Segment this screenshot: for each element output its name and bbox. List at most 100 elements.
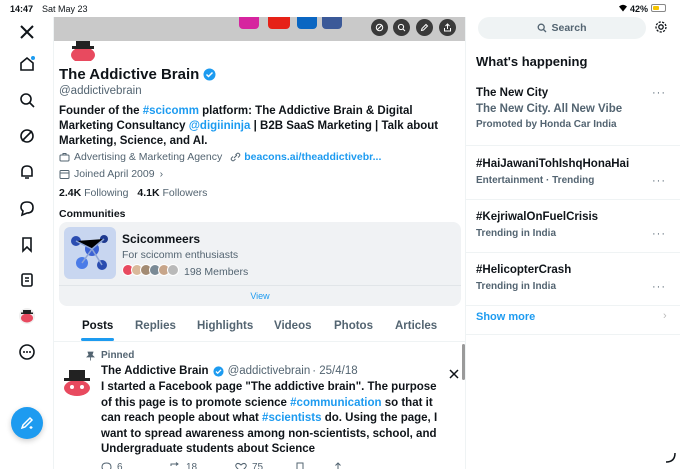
post-avatar[interactable] [58, 367, 96, 397]
whats-happening-heading: What's happening [476, 54, 588, 69]
trend-more-icon[interactable]: ··· [652, 228, 666, 240]
profile-avatar-icon[interactable] [14, 303, 40, 329]
post-text: I started a Facebook page "The addictive… [101, 380, 449, 458]
bookmark-post-button[interactable] [295, 462, 333, 469]
community-view-link[interactable]: View [59, 291, 461, 301]
search-profile-button[interactable] [393, 19, 410, 36]
bio-text: Founder of the [59, 105, 143, 117]
repost-count: 18 [186, 462, 198, 469]
following-count: 2.4K [59, 187, 82, 199]
trend-meta: Trending in India [476, 228, 556, 239]
community-image [64, 227, 116, 279]
battery-percent: 42% [630, 4, 649, 14]
trend-item[interactable]: #HelicopterCrash Trending in India [476, 264, 666, 292]
divider [466, 334, 680, 335]
settings-gear-icon[interactable] [654, 20, 668, 39]
tab-posts[interactable]: Posts [82, 320, 113, 332]
trend-title: #KejriwalOnFuelCrisis [476, 211, 599, 223]
share-profile-button[interactable] [439, 19, 456, 36]
profile-handle: @addictivebrain [59, 85, 142, 97]
resize-handle-icon[interactable] [664, 450, 676, 468]
share-post-button[interactable] [333, 462, 343, 469]
post-actions: 6 18 75 [101, 462, 401, 469]
pinned-post[interactable]: Pinned The Addictive Brain @addictivebra… [54, 342, 465, 469]
tab-photos[interactable]: Photos [334, 320, 373, 332]
home-icon[interactable] [14, 51, 40, 77]
trend-meta: Promoted by Honda Car India [476, 119, 617, 130]
grok-profile-button[interactable] [371, 19, 388, 36]
trend-more-icon[interactable]: ··· [652, 281, 666, 293]
status-date: Sat May 23 [42, 4, 88, 14]
bookmarks-icon[interactable] [14, 231, 40, 257]
scrollbar[interactable] [462, 344, 465, 380]
trend-item[interactable]: #KejriwalOnFuelCrisis Trending in India [476, 211, 666, 239]
repost-button[interactable]: 18 [169, 462, 235, 469]
x-post-icon [449, 366, 459, 384]
battery-icon [651, 4, 666, 12]
wifi-icon [618, 3, 628, 14]
search-icon[interactable] [14, 87, 40, 113]
youtube-icon [268, 17, 290, 29]
search-icon [538, 23, 547, 33]
trend-more-icon[interactable]: ··· [652, 175, 666, 187]
tab-replies[interactable]: Replies [135, 320, 176, 332]
followers-label: Followers [162, 187, 208, 199]
post-date[interactable]: · 25/4/18 [312, 365, 357, 377]
more-options-icon[interactable] [14, 339, 40, 365]
joined-date: Joined April 2009 [74, 168, 155, 180]
right-sidebar: Search What's happening The New City The… [466, 17, 680, 469]
joined-row[interactable]: Joined April 2009 › [59, 168, 163, 180]
post-header: The Addictive Brain @addictivebrain · 25… [101, 365, 358, 377]
community-divider [59, 285, 461, 286]
post-author-name[interactable]: The Addictive Brain [101, 365, 209, 377]
notifications-icon[interactable] [14, 159, 40, 185]
heart-icon [235, 462, 247, 469]
follow-stats: 2.4K Following 4.1K Followers [59, 187, 207, 199]
hashtag-link[interactable]: #communication [290, 397, 381, 409]
share-icon [333, 462, 343, 469]
community-card[interactable]: Scicommeers For scicomm enthusiasts 198 … [59, 222, 461, 306]
calendar-icon [59, 170, 70, 179]
tab-articles[interactable]: Articles [395, 320, 437, 332]
hashtag-link[interactable]: #scicomm [143, 105, 199, 117]
trend-more-icon[interactable]: ··· [652, 87, 666, 99]
post-author-handle[interactable]: @addictivebrain [228, 365, 311, 377]
reply-button[interactable]: 6 [101, 462, 169, 469]
tab-highlights[interactable]: Highlights [197, 320, 253, 332]
x-logo-icon[interactable] [14, 19, 40, 45]
profile-name: The Addictive Brain [59, 66, 200, 83]
messages-icon[interactable] [14, 195, 40, 221]
community-members: 198 Members [184, 266, 249, 278]
community-name: Scicommeers [122, 232, 201, 246]
like-count: 75 [252, 462, 264, 469]
following-link[interactable]: 2.4K Following [59, 187, 128, 199]
divider [466, 145, 680, 146]
avatar[interactable] [66, 39, 100, 61]
edit-profile-button[interactable] [416, 19, 433, 36]
like-button[interactable]: 75 [235, 462, 295, 469]
trend-item[interactable]: The New City The New City. All New Vibe … [476, 87, 666, 130]
reply-icon [101, 462, 112, 469]
followers-count: 4.1K [137, 187, 160, 199]
chevron-right-icon: › [159, 168, 164, 180]
lists-icon[interactable] [14, 267, 40, 293]
profile-meta-row: Advertising & Marketing Agency beacons.a… [59, 151, 381, 163]
pinned-label-row: Pinned [86, 350, 134, 361]
hashtag-link[interactable]: #scientists [262, 412, 321, 424]
compose-post-button[interactable] [11, 407, 43, 439]
followers-link[interactable]: 4.1K Followers [137, 187, 207, 199]
facebook-icon [322, 17, 342, 29]
divider [466, 199, 680, 200]
tab-videos[interactable]: Videos [274, 320, 312, 332]
compose-icon [20, 416, 34, 430]
profile-website-link[interactable]: beacons.ai/theaddictivebr... [244, 151, 381, 163]
show-more-link[interactable]: Show more [476, 311, 535, 323]
search-placeholder: Search [551, 22, 587, 34]
mention-link[interactable]: @digiininja [189, 120, 251, 132]
trend-item[interactable]: #HaiJawaniTohIshqHonaHai Entertainment ·… [476, 158, 666, 186]
divider [466, 252, 680, 253]
search-input[interactable]: Search [478, 17, 646, 39]
chevron-right-icon: › [663, 310, 667, 322]
grok-icon[interactable] [14, 123, 40, 149]
instagram-icon [239, 17, 259, 29]
